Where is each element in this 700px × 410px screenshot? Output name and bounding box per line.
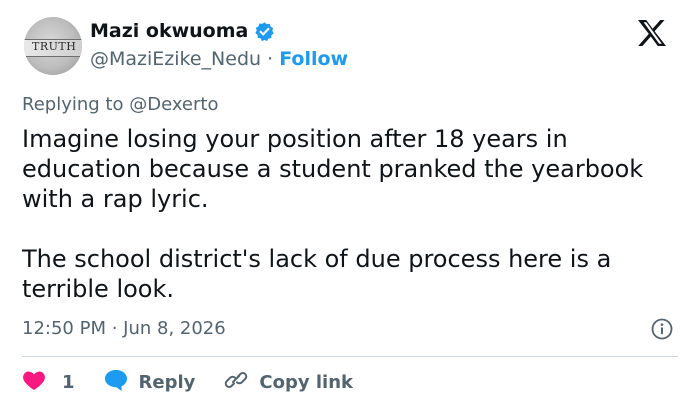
replying-to: Replying to @Dexerto: [22, 94, 218, 115]
author-handle-row: @MaziEzike_Nedu · Follow: [90, 48, 348, 70]
x-logo-icon[interactable]: [637, 19, 667, 51]
reply-button[interactable]: Reply: [103, 368, 224, 397]
replying-prefix: Replying to: [22, 94, 124, 115]
heart-icon: [22, 369, 46, 396]
author-handle[interactable]: @MaziEzike_Nedu: [90, 48, 261, 70]
like-count: 1: [62, 372, 75, 393]
tweet-paragraph: The school district's lack of due proces…: [22, 245, 612, 303]
avatar[interactable]: TRUTH: [24, 17, 82, 75]
link-icon: [223, 368, 249, 397]
action-bar: 1 Reply Copy link: [22, 368, 353, 397]
replying-mention[interactable]: @Dexerto: [129, 94, 218, 115]
handle-separator: ·: [267, 48, 274, 70]
speech-bubble-icon: [103, 368, 129, 397]
info-icon[interactable]: [651, 318, 673, 344]
copy-link-button[interactable]: Copy link: [223, 368, 353, 397]
author-name[interactable]: Mazi okwuoma: [90, 20, 248, 42]
reply-label: Reply: [138, 372, 196, 393]
tweet-text: Imagine losing your position after 18 ye…: [22, 124, 682, 304]
tweet-paragraph: Imagine losing your position after 18 ye…: [22, 125, 644, 213]
avatar-logo-text: TRUTH: [32, 40, 77, 53]
like-button[interactable]: 1: [22, 369, 103, 396]
verified-badge-icon: [254, 21, 275, 42]
author-name-row: Mazi okwuoma: [90, 20, 275, 42]
follow-button[interactable]: Follow: [279, 48, 348, 70]
tweet-timestamp[interactable]: 12:50 PM · Jun 8, 2026: [22, 318, 226, 339]
divider: [22, 356, 678, 357]
copy-link-label: Copy link: [259, 372, 353, 393]
